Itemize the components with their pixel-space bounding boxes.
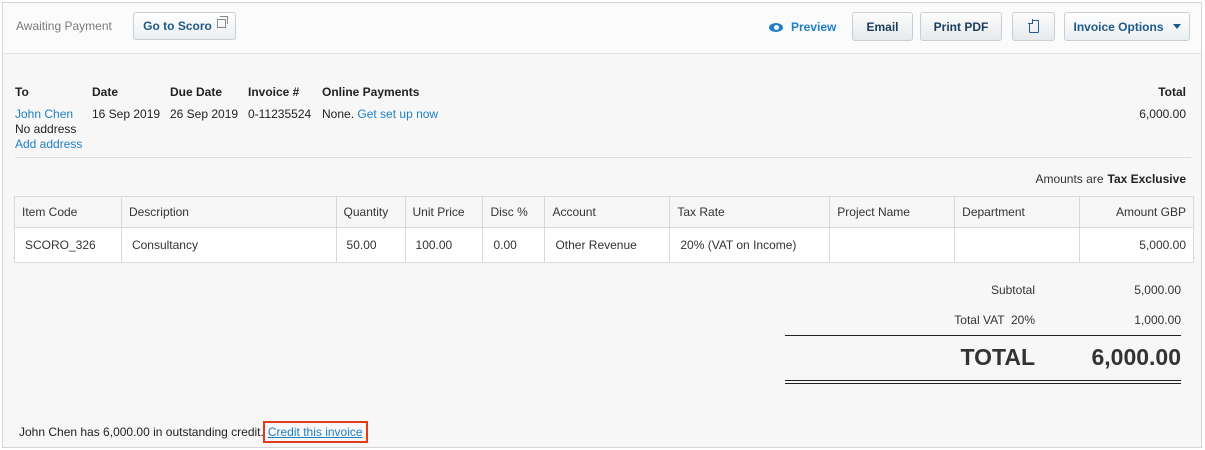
due-date: 26 Sep 2019 <box>170 107 239 121</box>
date-label: Date <box>92 85 119 99</box>
invoice-date: 16 Sep 2019 <box>92 107 161 121</box>
invoice-number: 0-11235524 <box>248 107 312 121</box>
column-header[interactable]: Account <box>544 196 671 228</box>
invoice-toolbar: Awaiting Payment Go to Scoro Preview Ema… <box>3 3 1201 54</box>
description-cell[interactable]: Consultancy <box>120 227 337 263</box>
due-date-label: Due Date <box>170 85 223 99</box>
go-to-scoro-button[interactable]: Go to Scoro <box>133 12 236 40</box>
table-row[interactable]: SCORO_326 Consultancy 50.00 100.00 0.00 … <box>14 227 1194 263</box>
preview-label: Preview <box>791 20 837 34</box>
online-payments-value: None. Get set up now <box>322 107 438 121</box>
item-code-cell[interactable]: SCORO_326 <box>14 227 122 263</box>
total-double-rule-bottom <box>785 383 1181 384</box>
unit-price-cell[interactable]: 100.00 <box>404 227 484 263</box>
tax-rate-cell[interactable]: 20% (VAT on Income) <box>669 227 831 263</box>
subtotal-value: 5,000.00 <box>1134 283 1181 297</box>
vat-label: Total VAT 20% <box>954 313 1035 327</box>
get-set-up-link[interactable]: Get set up now <box>357 107 438 121</box>
total-double-rule-top <box>785 380 1181 381</box>
credit-this-invoice-link[interactable]: Credit this invoice <box>262 421 368 443</box>
eye-icon <box>769 22 783 32</box>
status-label: Awaiting Payment <box>16 19 112 33</box>
amounts-mode: Amounts are Tax Exclusive <box>1035 172 1186 186</box>
document-icon <box>1027 19 1039 33</box>
column-header[interactable]: Project Name <box>829 196 956 228</box>
go-to-scoro-label: Go to Scoro <box>143 19 212 33</box>
header-divider <box>15 157 1191 158</box>
project-name-cell[interactable] <box>829 227 956 263</box>
credit-message: John Chen has 6,000.00 in outstanding cr… <box>19 425 264 439</box>
print-pdf-button[interactable]: Print PDF <box>920 12 1002 41</box>
invoice-options-label: Invoice Options <box>1073 19 1164 34</box>
invoice-panel: Awaiting Payment Go to Scoro Preview Ema… <box>2 2 1202 448</box>
line-items-table: Item Code Description Quantity Unit Pric… <box>14 196 1194 263</box>
contact-name-link[interactable]: John Chen <box>15 107 73 121</box>
invoice-number-label: Invoice # <box>248 85 300 99</box>
column-header[interactable]: Amount GBP <box>1079 196 1194 228</box>
account-cell[interactable]: Other Revenue <box>544 227 671 263</box>
department-cell[interactable] <box>954 227 1081 263</box>
external-link-icon <box>216 15 228 28</box>
outstanding-credit-notice: John Chen has 6,000.00 in outstanding cr… <box>19 421 368 443</box>
table-header-row: Item Code Description Quantity Unit Pric… <box>14 196 1194 228</box>
copy-invoice-button[interactable] <box>1012 12 1055 41</box>
to-label: To <box>15 85 29 99</box>
column-header[interactable]: Disc % <box>482 196 546 228</box>
invoice-options-button[interactable]: Invoice Options <box>1064 12 1190 41</box>
amounts-prefix: Amounts are <box>1035 172 1104 186</box>
online-payments-label: Online Payments <box>322 85 420 99</box>
total-label: Total <box>1158 85 1186 99</box>
grand-total-value: 6,000.00 <box>1091 344 1181 370</box>
contact-address: No address <box>15 122 77 136</box>
column-header[interactable]: Tax Rate <box>669 196 831 228</box>
column-header[interactable]: Department <box>954 196 1081 228</box>
email-button[interactable]: Email <box>852 12 913 41</box>
discount-cell[interactable]: 0.00 <box>482 227 546 263</box>
add-address-link[interactable]: Add address <box>15 137 82 151</box>
totals-divider <box>785 335 1181 336</box>
column-header[interactable]: Item Code <box>14 196 122 228</box>
header-total: 6,000.00 <box>1139 107 1186 121</box>
column-header[interactable]: Unit Price <box>404 196 484 228</box>
preview-link[interactable]: Preview <box>769 20 836 34</box>
tax-mode: Tax Exclusive <box>1107 172 1187 186</box>
vat-value: 1,000.00 <box>1134 313 1181 327</box>
quantity-cell[interactable]: 50.00 <box>335 227 406 263</box>
amount-cell[interactable]: 5,000.00 <box>1079 227 1194 263</box>
column-header[interactable]: Quantity <box>335 196 406 228</box>
column-header[interactable]: Description <box>120 196 337 228</box>
subtotal-label: Subtotal <box>990 283 1035 297</box>
online-payments-status: None. <box>322 107 355 121</box>
grand-total-label: TOTAL <box>960 344 1035 370</box>
caret-down-icon <box>1172 24 1181 29</box>
